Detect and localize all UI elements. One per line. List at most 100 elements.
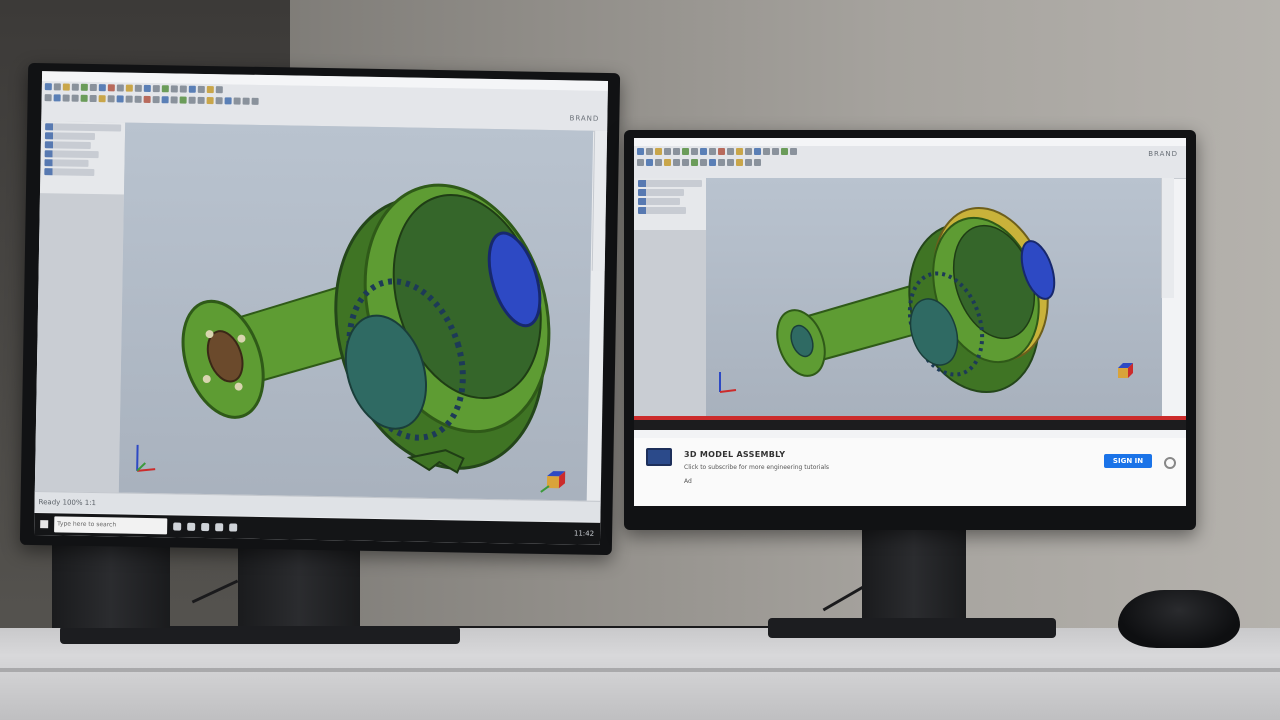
tool-icon[interactable]	[197, 85, 205, 93]
taskbar-app-icon[interactable]	[215, 523, 224, 532]
tool-icon[interactable]	[781, 148, 788, 155]
tool-icon[interactable]	[152, 96, 160, 104]
tool-icon[interactable]	[215, 97, 223, 105]
tool-icon[interactable]	[89, 83, 97, 92]
tree-item[interactable]	[638, 198, 680, 205]
navigation-cube-icon[interactable]	[539, 468, 570, 499]
taskbar-app-icon[interactable]	[229, 523, 238, 532]
tool-icon[interactable]	[179, 85, 187, 93]
tool-icon[interactable]	[709, 148, 716, 155]
tool-icon[interactable]	[727, 159, 734, 166]
tool-icon[interactable]	[224, 97, 232, 105]
tree-item[interactable]	[44, 150, 99, 159]
tool-icon[interactable]	[242, 97, 250, 105]
tool-icon[interactable]	[700, 148, 707, 155]
tool-icon[interactable]	[215, 86, 223, 94]
tool-icon[interactable]	[646, 148, 653, 155]
tool-icon[interactable]	[179, 96, 187, 104]
tool-icon[interactable]	[655, 159, 662, 166]
tool-icon[interactable]	[772, 148, 779, 155]
tool-icon[interactable]	[718, 159, 725, 166]
settings-gear-icon[interactable]	[1164, 457, 1176, 469]
taskbar-clock[interactable]: 11:42	[574, 529, 594, 537]
taskbar-app-icon[interactable]	[201, 522, 210, 532]
tool-icon[interactable]	[197, 96, 205, 104]
tool-icon[interactable]	[736, 148, 743, 155]
taskbar-app-icon[interactable]	[187, 522, 196, 531]
sign-in-button[interactable]: SIGN IN	[1104, 454, 1152, 468]
tool-icon[interactable]	[754, 159, 761, 166]
tool-icon[interactable]	[143, 84, 151, 93]
tool-icon[interactable]	[116, 95, 124, 103]
tree-item[interactable]	[44, 132, 96, 141]
tool-icon[interactable]	[655, 148, 662, 155]
tool-icon[interactable]	[233, 97, 241, 105]
left-3d-viewport[interactable]	[118, 122, 594, 521]
tool-icon[interactable]	[188, 96, 196, 104]
tool-icon[interactable]	[664, 159, 671, 166]
tool-icon[interactable]	[637, 148, 644, 155]
tool-icon[interactable]	[152, 85, 160, 93]
tool-icon[interactable]	[206, 85, 214, 94]
tool-icon[interactable]	[664, 148, 671, 155]
tool-icon[interactable]	[170, 96, 178, 104]
tool-icon[interactable]	[673, 159, 680, 166]
tool-icon[interactable]	[89, 94, 97, 103]
tool-icon[interactable]	[718, 148, 725, 155]
tool-icon[interactable]	[763, 148, 770, 155]
tool-icon[interactable]	[682, 148, 689, 155]
channel-thumbnail-icon[interactable]	[646, 448, 672, 466]
card-title[interactable]: 3D MODEL ASSEMBLY	[684, 450, 785, 459]
tool-icon[interactable]	[161, 96, 169, 104]
tool-icon[interactable]	[98, 95, 106, 103]
tree-item[interactable]	[638, 207, 686, 214]
taskbar-app-icon[interactable]	[173, 522, 182, 531]
tool-icon[interactable]	[206, 96, 214, 105]
tool-icon[interactable]	[134, 95, 142, 103]
tool-icon[interactable]	[80, 83, 88, 91]
tree-item[interactable]	[44, 141, 91, 149]
navigation-cube-icon[interactable]	[1110, 360, 1138, 386]
tool-icon[interactable]	[143, 95, 151, 104]
tool-icon[interactable]	[682, 159, 689, 166]
taskbar-search-input[interactable]: Type here to search	[54, 516, 168, 535]
tool-icon[interactable]	[161, 85, 169, 93]
tool-icon[interactable]	[736, 159, 743, 166]
video-player-controls[interactable]	[634, 420, 1186, 430]
tool-icon[interactable]	[134, 84, 142, 92]
tool-icon[interactable]	[125, 95, 133, 103]
tree-item[interactable]	[638, 180, 702, 187]
tree-item[interactable]	[44, 168, 95, 177]
tool-icon[interactable]	[53, 83, 61, 91]
tool-icon[interactable]	[44, 83, 52, 91]
tool-icon[interactable]	[188, 85, 196, 93]
tool-icon[interactable]	[754, 148, 761, 155]
right-3d-viewport[interactable]	[706, 178, 1162, 416]
tool-icon[interactable]	[107, 84, 115, 92]
tool-icon[interactable]	[251, 97, 259, 105]
tool-icon[interactable]	[700, 159, 707, 166]
tool-icon[interactable]	[637, 159, 644, 166]
tool-icon[interactable]	[646, 159, 653, 166]
tool-icon[interactable]	[745, 148, 752, 155]
tool-icon[interactable]	[691, 148, 698, 155]
tool-icon[interactable]	[116, 84, 124, 92]
tree-item[interactable]	[45, 123, 122, 132]
tool-icon[interactable]	[62, 83, 70, 91]
tool-icon[interactable]	[125, 84, 133, 92]
tool-icon[interactable]	[53, 94, 61, 102]
tool-icon[interactable]	[80, 94, 88, 102]
tool-icon[interactable]	[62, 94, 70, 102]
tool-icon[interactable]	[790, 148, 797, 155]
tool-icon[interactable]	[107, 95, 115, 103]
tool-icon[interactable]	[709, 159, 716, 166]
tree-item[interactable]	[44, 159, 89, 167]
tool-icon[interactable]	[98, 84, 106, 92]
windows-start-icon[interactable]	[40, 520, 49, 529]
tool-icon[interactable]	[170, 85, 178, 93]
tool-icon[interactable]	[44, 94, 52, 102]
tree-item[interactable]	[638, 189, 684, 196]
tool-icon[interactable]	[71, 83, 79, 91]
tool-icon[interactable]	[691, 159, 698, 166]
video-info-card[interactable]: 3D MODEL ASSEMBLY Click to subscribe for…	[634, 438, 1186, 506]
